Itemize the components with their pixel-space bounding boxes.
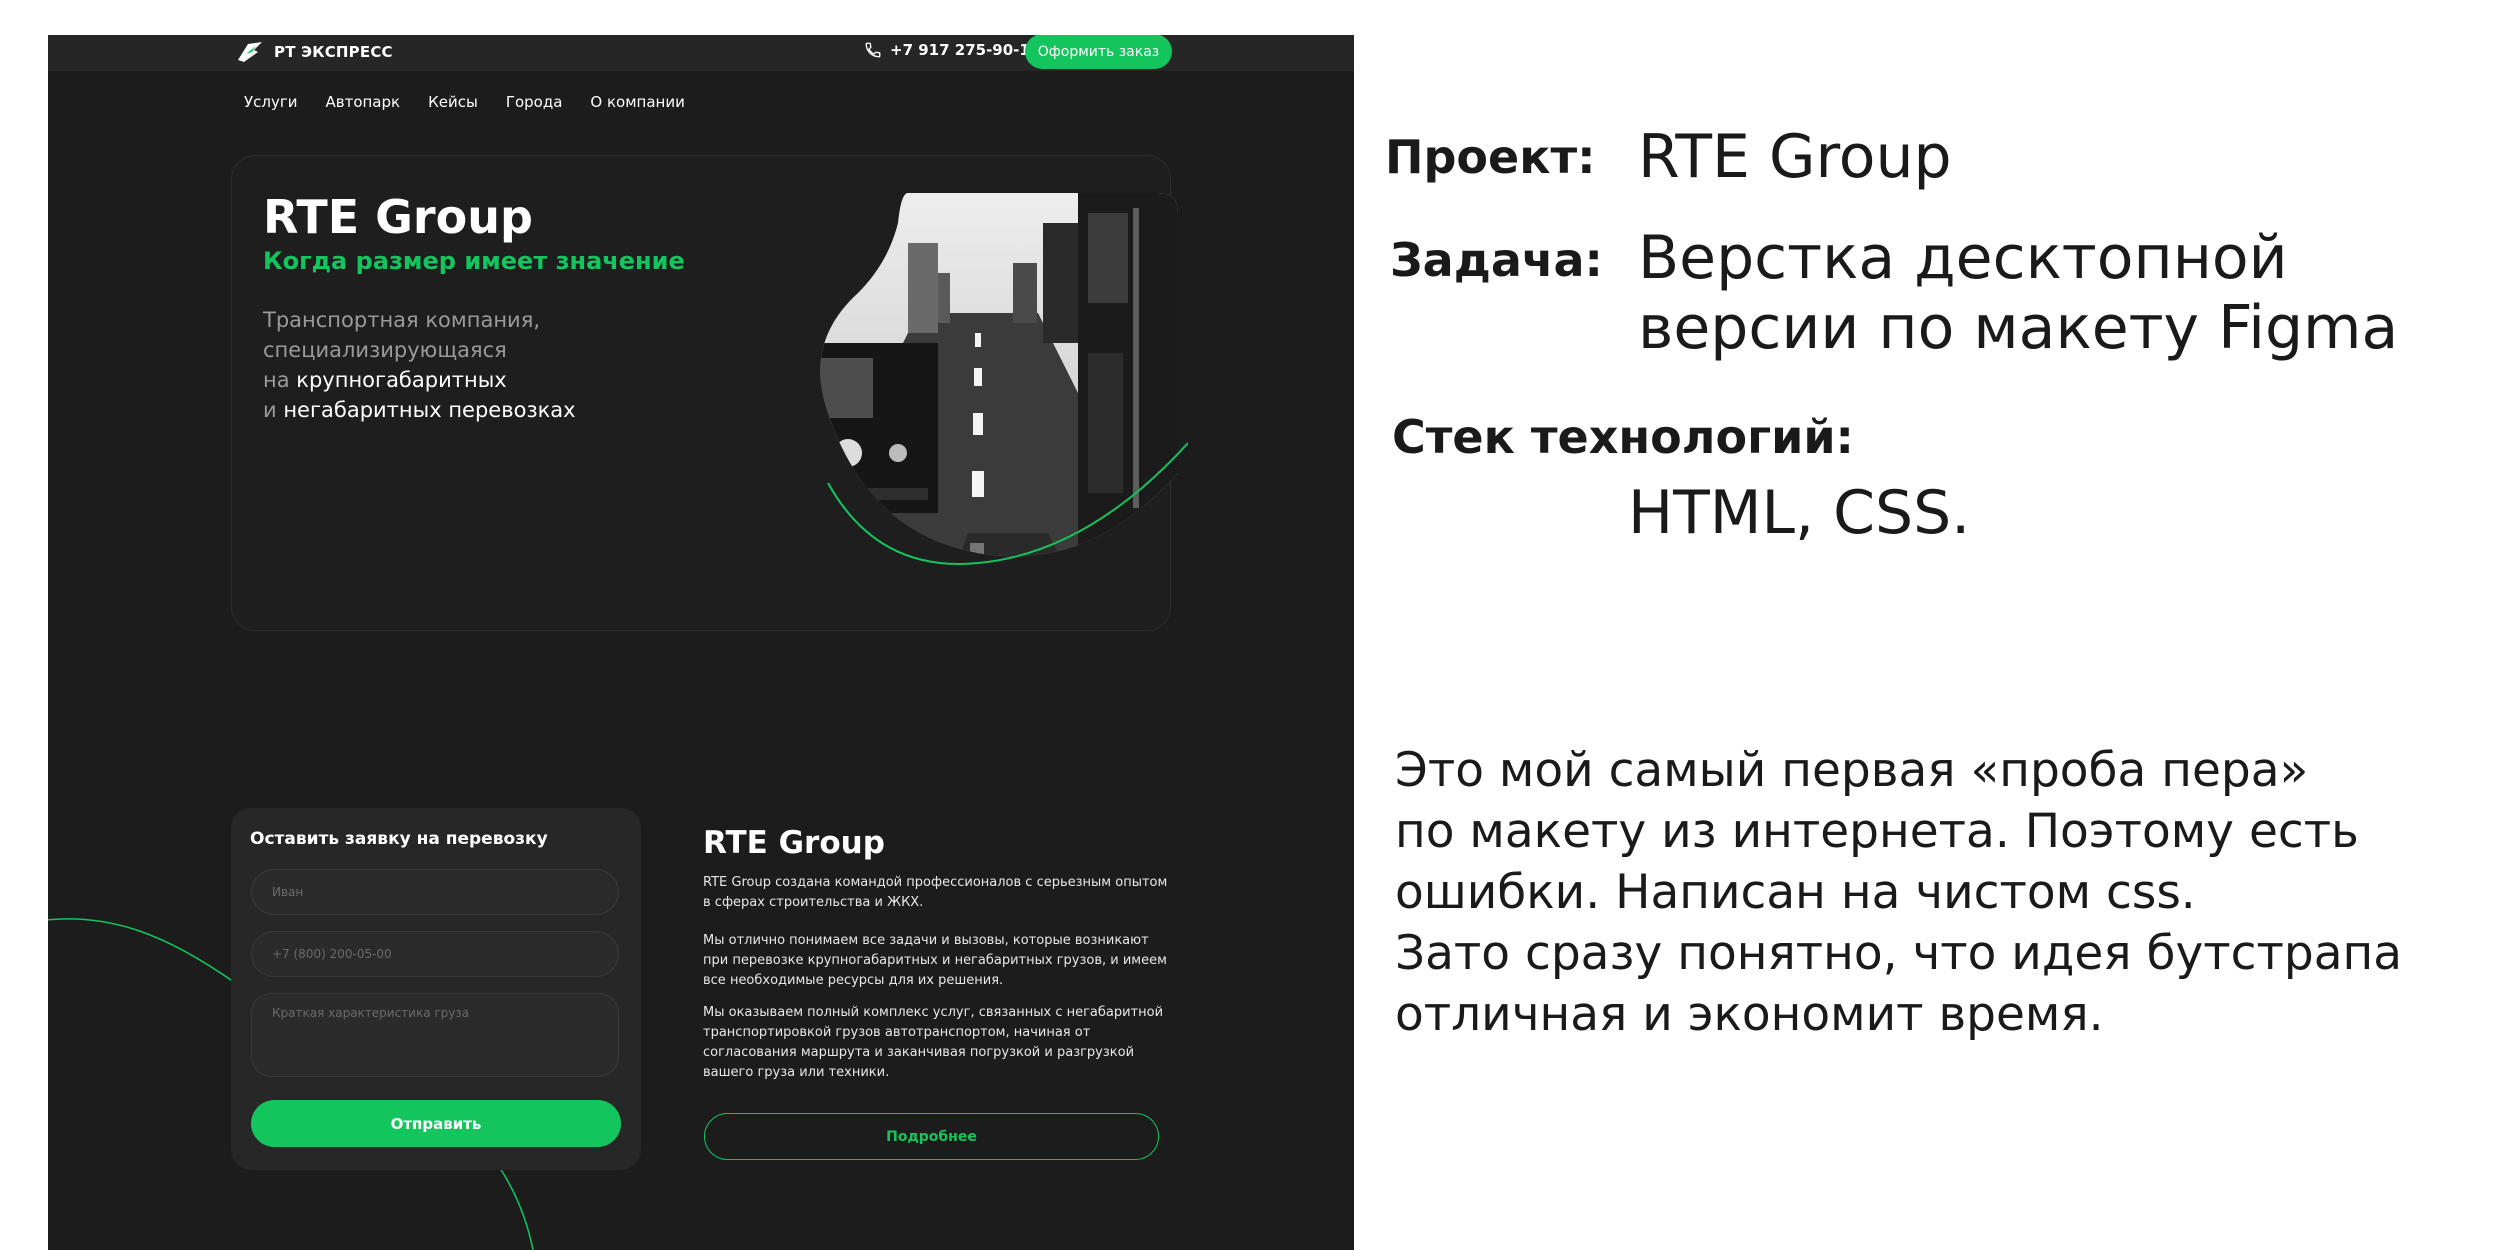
hero-text-prefix: и <box>263 398 284 422</box>
about-title: RTE Group <box>703 825 885 861</box>
more-button[interactable]: Подробнее <box>704 1113 1159 1160</box>
nav-item-cities[interactable]: Города <box>506 93 563 111</box>
note-line: отличная и экономит время. <box>1395 987 2104 1042</box>
main-nav: Услуги Автопарк Кейсы Города О компании <box>244 93 713 111</box>
about-paragraph: RTE Group создана командой профессионало… <box>703 875 1168 910</box>
hero-title: RTE Group <box>263 190 533 244</box>
submit-button[interactable]: Отправить <box>251 1100 621 1147</box>
order-button[interactable]: Оформить заказ <box>1025 35 1172 69</box>
nav-item-about[interactable]: О компании <box>590 93 684 111</box>
nav-item-services[interactable]: Услуги <box>244 93 297 111</box>
logo-icon <box>238 42 262 62</box>
hero-description: Транспортная компания, специализирующаяс… <box>263 305 683 425</box>
nav-item-fleet[interactable]: Автопарк <box>325 93 400 111</box>
logo[interactable]: РТ ЭКСПРЕСС <box>236 40 393 64</box>
hero-text-line: специализирующаяся <box>263 338 507 362</box>
author-note: Это мой самый первая «проба пера» по мак… <box>1395 740 2485 1045</box>
logo-text: РТ ЭКСПРЕСС <box>274 43 393 61</box>
form-title: Оставить заявку на перевозку <box>250 829 548 849</box>
task-value-line: Верстка десктопной <box>1638 223 2288 293</box>
about-paragraph: Мы отлично понимаем все задачи и вызовы,… <box>703 933 1167 988</box>
project-label: Проект: <box>1385 130 1596 184</box>
note-line: ошибки. Написан на чистом css. <box>1395 865 2196 920</box>
phone-icon <box>865 42 881 58</box>
stack-label: Стек технологий: <box>1392 410 1854 464</box>
phone-link[interactable]: +7 917 275-90-13 <box>864 41 1040 59</box>
note-line: Зато сразу понятно, что идея бутстрапа <box>1395 926 2403 981</box>
stack-value: HTML, CSS. <box>1628 478 1971 548</box>
task-value-line: версии по макету Figma <box>1638 293 2399 363</box>
note-line: Это мой самый первая «проба пера» <box>1395 743 2309 798</box>
cargo-description-textarea[interactable] <box>251 993 619 1077</box>
website-screenshot: РТ ЭКСПРЕСС +7 917 275-90-13 Оформить за… <box>48 35 1354 1250</box>
about-paragraph: Мы оказываем полный комплекс услуг, связ… <box>703 1005 1164 1080</box>
phone-input[interactable] <box>251 931 619 977</box>
hero-text-highlight: крупногабаритных <box>296 368 507 392</box>
hero-truck-image <box>820 193 1188 565</box>
nav-item-cases[interactable]: Кейсы <box>428 93 478 111</box>
phone-number: +7 917 275-90-13 <box>890 41 1041 59</box>
hero-text-prefix: на <box>263 368 297 392</box>
name-input[interactable] <box>251 869 619 915</box>
hero-subtitle: Когда размер имеет значение <box>263 247 685 275</box>
hero-text-highlight: негабаритных перевозках <box>283 398 576 422</box>
project-value: RTE Group <box>1638 122 1952 192</box>
hero-text-line: Транспортная компания, <box>263 308 541 332</box>
task-label: Задача: <box>1390 233 1603 287</box>
note-line: по макету из интернета. Поэтому есть <box>1395 804 2359 859</box>
